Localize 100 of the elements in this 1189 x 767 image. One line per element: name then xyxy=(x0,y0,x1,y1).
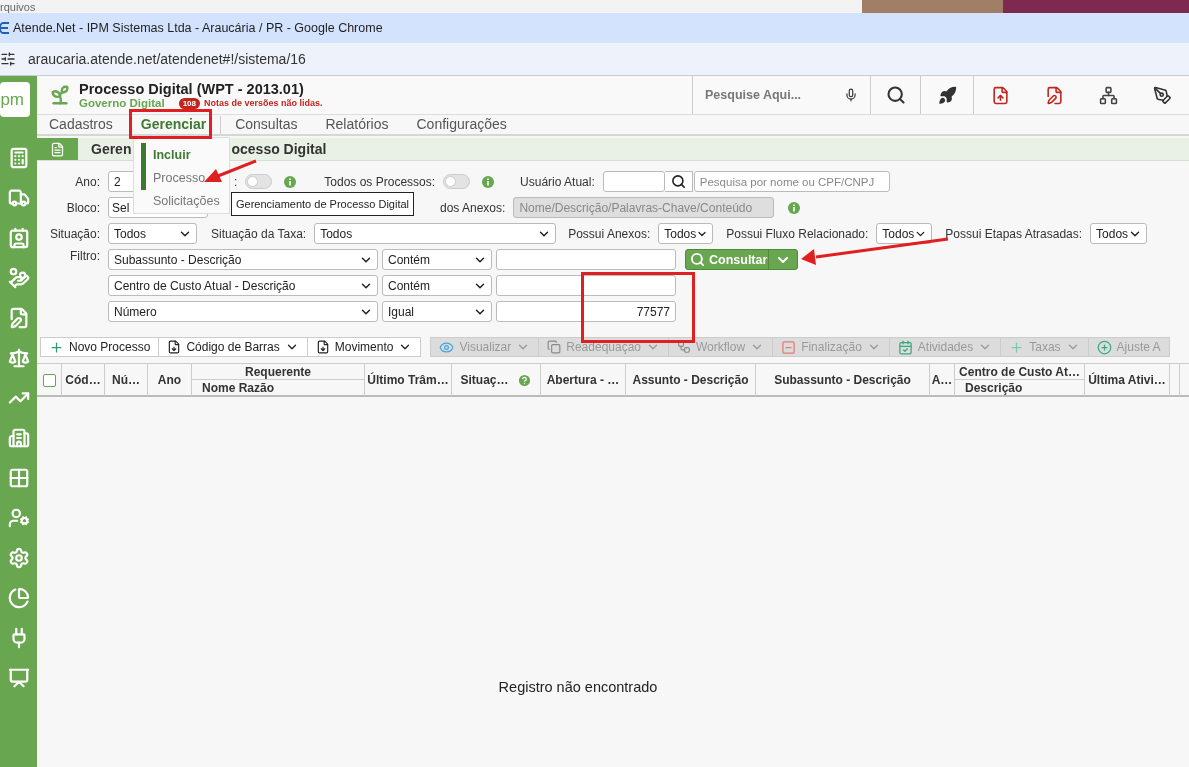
select-all-checkbox[interactable] xyxy=(42,373,56,387)
filter-select[interactable]: Todos xyxy=(1090,223,1148,244)
app-title: Processo Digital (WPT - 2013.01) xyxy=(79,81,305,97)
filter-field-select[interactable]: Número xyxy=(108,301,378,322)
info-icon xyxy=(788,201,801,214)
filter-select[interactable]: Todos xyxy=(108,223,197,244)
field-label: dos Anexos: xyxy=(440,200,506,215)
app-subtitle: Governo Digital xyxy=(79,97,165,109)
column-header[interactable]: Nú… xyxy=(112,373,140,387)
window-title: Atende.Net - IPM Sistemas Ltda - Araucária / PR - Google Chrome xyxy=(13,21,383,35)
filter-field-select[interactable]: Subassunto - Descrição xyxy=(108,249,378,270)
panel-title: Geren xyxy=(91,141,132,157)
field-label: Bloco: xyxy=(65,200,100,215)
copy-icon xyxy=(547,340,562,354)
field-label: Usuário Atual: xyxy=(520,174,595,189)
operator-select[interactable]: Igual xyxy=(382,301,492,322)
user-search-field[interactable]: Pesquisa por nome ou CPF/CNPJ xyxy=(693,171,890,192)
menu-tab[interactable]: Gerenciar xyxy=(140,116,222,134)
toggle-switch[interactable] xyxy=(245,174,273,189)
file-upload-icon xyxy=(991,85,1010,105)
column-header[interactable]: Centro de Custo At… xyxy=(955,364,1085,380)
search-icon xyxy=(670,174,686,189)
operator-select[interactable]: Contém xyxy=(382,275,492,296)
column-header[interactable]: Descrição xyxy=(955,380,1085,396)
column-header[interactable]: Cód… xyxy=(65,373,101,387)
menu-tab[interactable]: Configurações xyxy=(416,116,521,134)
plus-circle-icon xyxy=(1096,339,1112,355)
minus-square-icon xyxy=(781,339,797,355)
filter-select[interactable]: Todos xyxy=(876,223,933,244)
search-icon xyxy=(690,252,705,267)
file-edit-icon xyxy=(1044,85,1064,105)
column-header[interactable]: Abertura - … xyxy=(546,373,620,387)
column-header[interactable]: Última Ativi… xyxy=(1088,373,1166,387)
filter-value-field[interactable] xyxy=(496,275,676,296)
microphone-icon[interactable] xyxy=(844,88,858,102)
address-bar-url[interactable]: araucaria.atende.net/atendenet#!/sistema/16 xyxy=(28,51,306,67)
workflow-icon xyxy=(677,340,691,354)
field-label: Possui Anexos: xyxy=(568,226,651,241)
column-header[interactable]: Nome Razão xyxy=(192,380,365,396)
menu-tab[interactable]: Consultas xyxy=(235,116,312,134)
search-icon xyxy=(885,85,906,105)
column-header[interactable]: Subassunto - Descrição xyxy=(774,373,911,387)
release-notes-notice[interactable]: Notas de versões não lidas. xyxy=(204,98,323,108)
empty-message: Registro não encontrado xyxy=(498,679,658,697)
file-download-icon xyxy=(167,340,182,354)
browser-logo-icon xyxy=(0,21,10,35)
toggle-switch[interactable] xyxy=(443,174,471,189)
scale-icon[interactable] xyxy=(7,347,30,369)
user-gear-icon[interactable] xyxy=(7,507,30,529)
hand-coins-icon[interactable] xyxy=(7,267,30,289)
toolbar-button[interactable]: Movimento xyxy=(306,337,422,357)
calendar-check-icon xyxy=(897,339,913,355)
filter-select[interactable]: Todos xyxy=(314,223,557,244)
column-header[interactable]: Requerente xyxy=(192,364,365,380)
user-field[interactable] xyxy=(602,171,665,192)
field-label: Todos os Processos: xyxy=(324,174,436,189)
eye-icon xyxy=(439,339,455,355)
column-header[interactable]: Assunto - Descrição xyxy=(632,373,749,387)
menu-item[interactable]: Solicitações xyxy=(141,189,229,213)
search-field[interactable]: Pesquise Aqui... xyxy=(692,76,870,114)
site-settings-icon[interactable] xyxy=(0,51,16,67)
app-icon xyxy=(49,84,71,106)
info-icon xyxy=(284,175,297,188)
column-header[interactable]: Situaç… xyxy=(460,373,509,387)
column-header[interactable]: A… xyxy=(931,373,953,387)
menu-tab[interactable]: Relatórios xyxy=(325,116,403,134)
pen-icon xyxy=(1152,85,1172,105)
background-text: rquivos xyxy=(0,1,36,13)
filter-select[interactable]: Todos xyxy=(658,223,714,244)
annotation-arrow xyxy=(204,159,257,182)
hierarchy-icon xyxy=(1098,85,1118,105)
pie-chart-icon[interactable] xyxy=(7,587,30,609)
building-icon[interactable] xyxy=(7,427,30,449)
search-button[interactable] xyxy=(664,171,693,192)
notification-badge[interactable]: 108 xyxy=(178,97,200,109)
grid-icon[interactable] xyxy=(7,467,30,489)
rocket-icon xyxy=(937,85,957,105)
field-label: Situação da Taxa: xyxy=(211,226,307,241)
presentation-icon[interactable] xyxy=(7,667,30,689)
field-label: Situação: xyxy=(48,226,100,241)
truck-icon[interactable] xyxy=(7,187,30,209)
id-card-icon[interactable] xyxy=(7,227,30,249)
filter-value-field[interactable]: 77577 xyxy=(496,301,676,322)
settings-icon[interactable] xyxy=(7,547,30,569)
column-header[interactable]: Último Trâm… xyxy=(367,373,449,387)
filter-field-select[interactable]: Centro de Custo Atual - Descrição xyxy=(108,275,378,296)
filter-value-field[interactable] xyxy=(496,249,676,270)
menu-item[interactable]: Incluir xyxy=(141,143,229,167)
info-icon xyxy=(482,175,495,188)
document-icon xyxy=(50,141,65,157)
field-label: : xyxy=(234,174,238,189)
column-header[interactable]: Ano xyxy=(157,373,182,387)
plus-icon xyxy=(49,339,64,355)
operator-select[interactable]: Contém xyxy=(382,249,492,270)
field-label: Possui Fluxo Relacionado: xyxy=(726,226,869,241)
field-label: Possui Etapas Atrasadas: xyxy=(945,226,1083,241)
toolbar-button[interactable]: Código de Barras xyxy=(158,337,308,357)
toolbar-button[interactable]: Novo Processo xyxy=(40,337,160,357)
plus-icon xyxy=(1009,339,1025,355)
menu-tab[interactable]: Cadastros xyxy=(49,116,127,134)
